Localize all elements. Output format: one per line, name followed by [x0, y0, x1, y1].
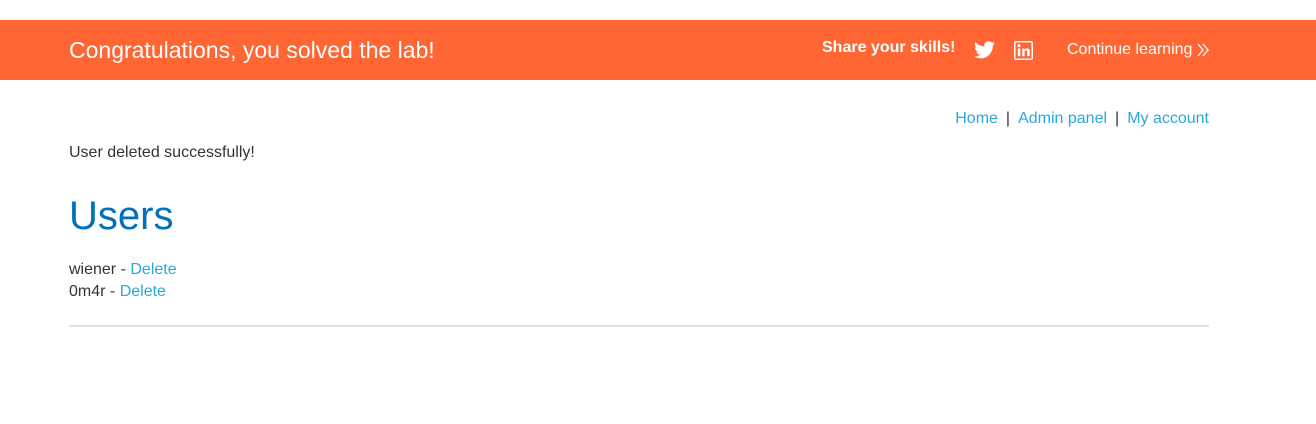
- nav-my-account-link[interactable]: My account: [1127, 110, 1209, 127]
- nav-home-link[interactable]: Home: [955, 110, 998, 127]
- status-message: User deleted successfully!: [69, 144, 255, 161]
- double-chevron-right-icon: [1197, 43, 1210, 57]
- continue-learning-label: Continue learning: [1067, 41, 1193, 58]
- page-title: Users: [69, 194, 174, 238]
- divider: [69, 325, 1209, 327]
- lab-solved-banner: Congratulations, you solved the lab! Sha…: [0, 20, 1316, 80]
- share-label: Share your skills!: [822, 39, 956, 56]
- top-navigation: Home | Admin panel | My account: [955, 110, 1209, 128]
- username: 0m4r: [69, 283, 106, 300]
- delete-user-link[interactable]: Delete: [130, 261, 176, 278]
- user-separator: -: [109, 283, 116, 300]
- nav-separator: |: [1005, 110, 1011, 127]
- continue-learning-link[interactable]: Continue learning: [1067, 41, 1210, 59]
- nav-separator: |: [1115, 110, 1120, 127]
- user-list: wiener - Delete 0m4r - Delete: [69, 259, 177, 303]
- username: wiener: [69, 261, 117, 278]
- nav-admin-panel-link[interactable]: Admin panel: [1018, 110, 1107, 127]
- twitter-icon[interactable]: [974, 41, 995, 59]
- linkedin-icon[interactable]: [1014, 41, 1033, 60]
- banner-title: Congratulations, you solved the lab!: [69, 37, 435, 63]
- user-separator: -: [120, 261, 126, 278]
- delete-user-link[interactable]: Delete: [120, 283, 166, 300]
- user-row: 0m4r - Delete: [69, 281, 177, 303]
- user-row: wiener - Delete: [69, 259, 177, 281]
